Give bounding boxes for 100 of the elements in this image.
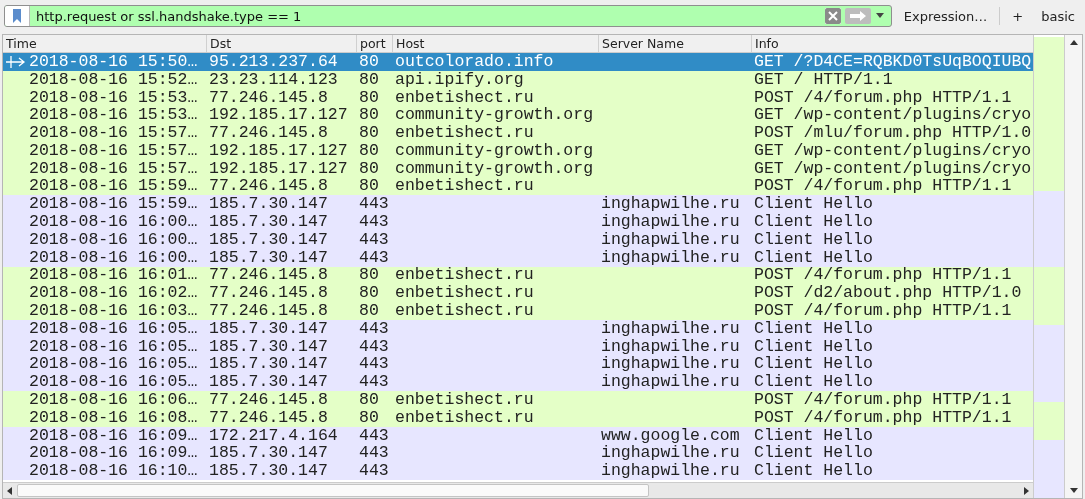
port-cell: 443 xyxy=(359,195,389,214)
port-cell: 80 xyxy=(359,177,379,196)
time-cell: 2018-08-16 16:02… xyxy=(29,284,198,303)
clear-icon[interactable] xyxy=(824,8,841,24)
info-cell: GET / HTTP/1.1 xyxy=(754,70,893,89)
dropdown-caret-icon[interactable] xyxy=(874,13,885,19)
vertical-scrollbar[interactable] xyxy=(1064,35,1082,498)
destination-cell: 185.7.30.147 xyxy=(209,248,328,267)
time-cell: 2018-08-16 16:10… xyxy=(29,462,198,481)
destination-cell: 185.7.30.147 xyxy=(209,444,328,463)
server-name-cell: inghapwilhe.ru xyxy=(601,195,740,214)
info-cell: POST /d2/about.php HTTP/1.0 xyxy=(754,284,1022,303)
column-header[interactable]: Server Name xyxy=(599,35,752,52)
host-cell: enbetishect.ru xyxy=(395,177,534,196)
packet-row[interactable]: 2018-08-16 16:05… 185.7.30.147 443 inghapwilhe.ru Client Hello xyxy=(3,373,1033,392)
host-cell: enbetishect.ru xyxy=(395,266,534,285)
scroll-right-icon[interactable] xyxy=(1022,486,1030,495)
port-cell: 80 xyxy=(359,142,379,160)
destination-cell: 77.246.145.8 xyxy=(209,302,328,320)
time-cell: 2018-08-16 16:00… xyxy=(29,230,198,249)
info-cell: GET /wp-content/plugins/cryo xyxy=(754,159,1032,178)
packet-row[interactable]: 2018-08-16 15:57… 77.246.145.8 80 enbetishect.ru POST /mlu/forum.php HTTP/1.0 xyxy=(3,124,1033,142)
time-cell: 2018-08-16 16:01… xyxy=(29,266,198,285)
server-name-cell: inghapwilhe.ru xyxy=(601,248,740,267)
time-cell: 2018-08-16 15:53… xyxy=(29,88,198,107)
add-button[interactable]: + xyxy=(1006,6,1030,26)
time-cell: 2018-08-16 16:09… xyxy=(29,426,198,445)
filter-field[interactable]: http.request or ssl.handshake.type == 1 xyxy=(4,5,892,27)
packet-row[interactable]: 2018-08-16 16:02… 77.246.145.8 80 enbetishect.ru POST /d2/about.php HTTP/1.0 xyxy=(3,284,1033,303)
destination-cell: 23.23.114.123 xyxy=(209,70,338,89)
port-cell: 443 xyxy=(359,426,389,445)
time-cell: 2018-08-16 15:50… xyxy=(29,53,198,71)
destination-cell: 192.185.17.127 xyxy=(209,159,348,178)
destination-cell: 77.246.145.8 xyxy=(209,266,328,285)
port-cell: 80 xyxy=(359,266,379,285)
scroll-down-icon[interactable] xyxy=(1069,486,1078,494)
server-name-cell: inghapwilhe.ru xyxy=(601,444,740,463)
basic-button[interactable]: basic xyxy=(1035,6,1081,26)
info-cell: POST /4/forum.php HTTP/1.1 xyxy=(754,266,1012,285)
time-cell: 2018-08-16 16:05… xyxy=(29,373,198,392)
port-cell: 80 xyxy=(359,159,379,178)
column-header[interactable]: Dst xyxy=(207,35,357,52)
server-name-cell: inghapwilhe.ru xyxy=(601,462,740,481)
time-cell: 2018-08-16 16:06… xyxy=(29,391,198,409)
server-name-cell: inghapwilhe.ru xyxy=(601,373,740,392)
scroll-left-icon[interactable] xyxy=(6,486,14,495)
destination-cell: 185.7.30.147 xyxy=(209,373,328,392)
display-filter-field[interactable]: http.request or ssl.handshake.type == 1 xyxy=(34,8,821,24)
destination-cell: 185.7.30.147 xyxy=(209,355,328,374)
destination-cell: 77.246.145.8 xyxy=(209,284,328,303)
port-cell: 443 xyxy=(359,355,389,374)
column-header[interactable]: port xyxy=(357,35,393,52)
info-cell: Client Hello xyxy=(754,355,873,374)
info-cell: GET /?D4CE=RQBKD0TsUqBOQIUBQ xyxy=(754,53,1032,71)
destination-cell: 185.7.30.147 xyxy=(209,462,328,481)
info-cell: Client Hello xyxy=(754,248,873,267)
packet-row[interactable]: 2018-08-16 16:03… 77.246.145.8 80 enbetishect.ru POST /4/forum.php HTTP/1.1 xyxy=(3,302,1033,320)
packet-row[interactable]: 2018-08-16 15:50… 95.213.237.64 80 outcolorado.info GET /?D4CE=RQBKD0TsUqBOQIUBQ xyxy=(3,53,1033,71)
server-name-cell: inghapwilhe.ru xyxy=(601,355,740,374)
port-cell: 80 xyxy=(359,391,379,409)
info-cell: POST /mlu/forum.php HTTP/1.0 xyxy=(754,124,1032,142)
packet-row[interactable]: 2018-08-16 15:53… 192.185.17.127 80 community-growth.org GET /wp-content/plugins/cryo xyxy=(3,106,1033,125)
port-cell: 80 xyxy=(359,408,379,427)
time-cell: 2018-08-16 15:57… xyxy=(29,142,198,160)
port-cell: 80 xyxy=(359,53,379,71)
info-cell: Client Hello xyxy=(754,230,873,249)
time-cell: 2018-08-16 16:00… xyxy=(29,248,198,267)
info-cell: Client Hello xyxy=(754,373,873,392)
destination-cell: 185.7.30.147 xyxy=(209,230,328,249)
scroll-up-icon[interactable] xyxy=(1069,39,1078,47)
host-cell: enbetishect.ru xyxy=(395,391,534,409)
port-cell: 80 xyxy=(359,302,379,320)
expression-button[interactable]: Expression… xyxy=(897,6,994,26)
column-header[interactable]: Time xyxy=(3,35,207,52)
destination-cell: 192.185.17.127 xyxy=(209,106,348,125)
info-cell: Client Hello xyxy=(754,337,873,356)
host-cell: enbetishect.ru xyxy=(395,88,534,107)
port-cell: 443 xyxy=(359,230,389,249)
port-cell: 443 xyxy=(359,319,389,338)
info-cell: POST /4/forum.php HTTP/1.1 xyxy=(754,391,1012,409)
time-cell: 2018-08-16 16:05… xyxy=(29,319,198,338)
packet-row[interactable]: 2018-08-16 16:00… 185.7.30.147 443 inghapwilhe.ru Client Hello xyxy=(3,213,1033,231)
destination-cell: 77.246.145.8 xyxy=(209,408,328,427)
destination-cell: 185.7.30.147 xyxy=(209,213,328,231)
host-cell: community-growth.org xyxy=(395,159,594,178)
port-cell: 443 xyxy=(359,373,389,392)
host-cell: enbetishect.ru xyxy=(395,408,534,427)
host-cell: outcolorado.info xyxy=(395,53,554,71)
time-cell: 2018-08-16 16:09… xyxy=(29,444,198,463)
column-header[interactable]: Host xyxy=(393,35,599,52)
packet-row[interactable]: 2018-08-16 15:59… 185.7.30.147 443 inghapwilhe.ru Client Hello xyxy=(3,195,1033,214)
related-arrow-icon xyxy=(6,56,26,68)
port-cell: 443 xyxy=(359,248,389,267)
destination-cell: 95.213.237.64 xyxy=(209,53,338,71)
bookmark-icon[interactable] xyxy=(5,6,30,26)
packet-row[interactable]: 2018-08-16 16:06… 77.246.145.8 80 enbetishect.ru POST /4/forum.php HTTP/1.1 xyxy=(3,391,1033,409)
time-cell: 2018-08-16 16:08… xyxy=(29,408,198,427)
packet-row[interactable]: 2018-08-16 16:10… 185.7.30.147 443 inghapwilhe.ru Client Hello xyxy=(3,462,1033,481)
time-cell: 2018-08-16 15:59… xyxy=(29,177,198,196)
server-name-cell: www.google.com xyxy=(601,426,740,445)
